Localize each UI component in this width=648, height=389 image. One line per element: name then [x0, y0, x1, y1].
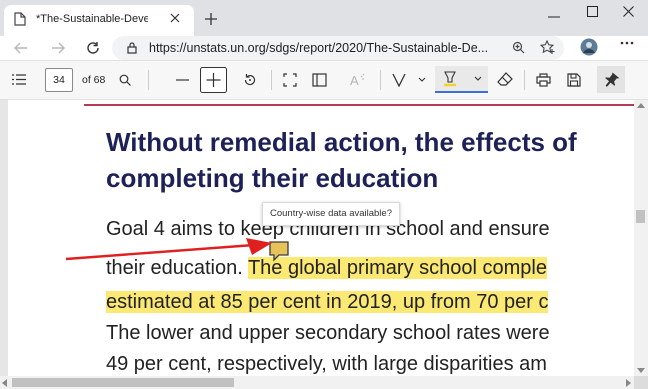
toolbar-divider	[148, 70, 149, 90]
vertical-scrollbar[interactable]	[634, 100, 648, 376]
scrollbar-corner	[634, 376, 648, 389]
red-arrow-annotation	[64, 238, 276, 262]
save-icon[interactable]	[567, 73, 581, 87]
toolbar-divider	[271, 70, 272, 90]
document-icon	[14, 12, 26, 26]
scroll-up-arrow-icon[interactable]	[637, 103, 645, 108]
pin-toolbar-button[interactable]	[597, 66, 625, 93]
refresh-icon[interactable]	[86, 41, 100, 55]
add-favorite-icon[interactable]	[540, 40, 556, 55]
eraser-icon[interactable]	[497, 72, 513, 87]
highlighted-text[interactable]: estimated at 85 per cent in 2019, up fro…	[106, 291, 549, 313]
body-text-line: 49 per cent, respectively, with large di…	[106, 353, 547, 375]
draw-icon[interactable]	[392, 73, 406, 87]
horizontal-scroll-thumb[interactable]	[12, 378, 234, 387]
scroll-right-arrow-icon[interactable]	[626, 379, 631, 387]
heading-line: completing their education	[106, 163, 439, 193]
lock-icon[interactable]	[127, 41, 137, 54]
read-aloud-icon[interactable]: A	[350, 73, 366, 87]
url-text[interactable]: https://unstats.un.org/sdgs/report/2020/…	[149, 41, 501, 55]
highlighted-text[interactable]: The global primary school comple	[247, 257, 547, 279]
body-text-line: The lower and upper secondary school rat…	[106, 322, 550, 344]
profile-avatar[interactable]	[580, 38, 598, 56]
maximize-icon[interactable]	[587, 6, 598, 17]
table-of-contents-icon[interactable]	[12, 74, 26, 85]
fit-to-page-icon[interactable]	[283, 73, 297, 87]
print-icon[interactable]	[536, 73, 551, 87]
window-close-icon[interactable]	[623, 6, 634, 17]
zoom-icon[interactable]	[512, 41, 525, 54]
zoom-in-button[interactable]	[200, 67, 227, 93]
toolbar-divider	[380, 70, 381, 90]
new-tab-icon[interactable]	[204, 12, 218, 26]
minimize-icon[interactable]	[548, 16, 560, 18]
page-number-input[interactable]: 34	[45, 68, 73, 92]
forward-icon[interactable]	[51, 42, 65, 54]
draw-options-chevron-icon[interactable]	[418, 77, 426, 82]
rotate-icon[interactable]	[243, 73, 257, 87]
scroll-down-arrow-icon[interactable]	[637, 368, 645, 373]
body-text-line: estimated at 85 per cent in 2019, up fro…	[106, 288, 549, 316]
heading-line: Without remedial action, the effects of	[106, 127, 577, 157]
close-tab-icon[interactable]	[170, 13, 180, 23]
zoom-out-icon[interactable]	[176, 79, 189, 81]
scroll-left-arrow-icon[interactable]	[2, 379, 7, 387]
highlight-button[interactable]	[435, 66, 488, 93]
search-icon[interactable]	[119, 74, 131, 86]
more-menu-icon[interactable]	[620, 41, 634, 45]
page-view-icon[interactable]	[312, 73, 327, 87]
page-count: of 68	[82, 74, 106, 86]
section-rule	[84, 104, 634, 106]
comment-tooltip: Country-wise data available?	[262, 202, 400, 226]
vertical-scroll-thumb[interactable]	[636, 210, 645, 223]
back-icon[interactable]	[14, 42, 28, 54]
toolbar-divider	[524, 70, 525, 90]
svg-text:A: A	[350, 73, 359, 87]
section-heading: Without remedial action, the effects of …	[106, 124, 646, 196]
tab-title: *The-Sustainable-Development-	[36, 13, 148, 25]
